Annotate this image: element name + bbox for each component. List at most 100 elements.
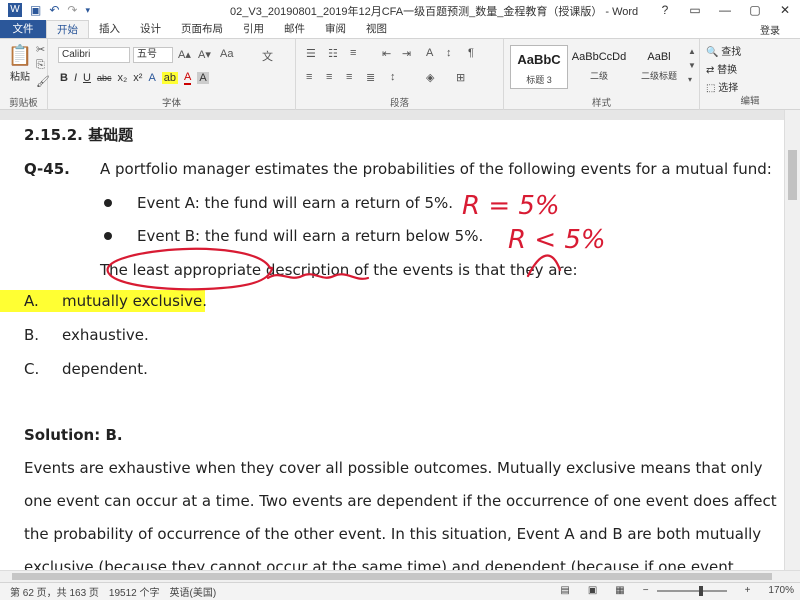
document-area[interactable]: 2.15.2. 基础题 Q-45. A portfolio manager es… <box>0 120 784 570</box>
chinese-layout-icon[interactable]: A <box>426 47 433 59</box>
option-b-label: B. <box>24 326 40 344</box>
styles-scroll-up-icon[interactable]: ▲ <box>688 47 696 56</box>
select-button[interactable]: ⬚ 选择 <box>706 79 738 94</box>
shading-icon[interactable]: ◈ <box>426 71 434 84</box>
window-controls: ? ▭ — ▢ ✕ <box>650 0 800 20</box>
tab-page-layout[interactable]: 页面布局 <box>171 20 233 38</box>
find-button[interactable]: 🔍 查找 <box>706 43 741 58</box>
read-mode-icon[interactable]: ▤ <box>560 585 569 596</box>
styles-group: AaBbC 标题 3 AaBbCcDd 二级 AaBl 二级标题 ▲ ▼ ▾ 样… <box>504 39 700 111</box>
section-heading: 2.15.2. 基础题 <box>24 126 134 144</box>
sort-icon[interactable]: ↕ <box>446 47 452 59</box>
strikethrough-button[interactable]: abc <box>97 73 112 83</box>
horizontal-scroll-thumb[interactable] <box>12 573 772 580</box>
zoom-in-icon[interactable]: + <box>745 585 751 596</box>
clipboard-group-label: 剪贴板 <box>9 98 38 109</box>
bullet-icon <box>104 199 112 207</box>
save-icon[interactable]: ▣ <box>30 3 41 17</box>
undo-icon[interactable]: ↶ <box>49 3 59 17</box>
font-color-icon[interactable]: A <box>184 71 192 85</box>
replace-button[interactable]: ⇄ 替换 <box>706 61 737 76</box>
clipboard-group: 📋 粘贴 ✂ ⎘ 🖌 剪贴板 <box>0 39 50 111</box>
style-heading-3[interactable]: AaBbC 标题 3 <box>510 45 568 89</box>
ruler <box>0 110 800 120</box>
shrink-font-button[interactable]: A▾ <box>198 48 211 61</box>
multilevel-list-icon[interactable]: ≡ <box>350 47 356 59</box>
language-indicator[interactable]: 英语(美国) <box>170 584 217 599</box>
show-marks-icon[interactable]: ¶ <box>468 47 474 59</box>
status-right: ▤ ▣ ▦ − + 170% <box>550 585 794 596</box>
align-right-icon[interactable]: ≡ <box>346 71 352 83</box>
ribbon: 📋 粘贴 ✂ ⎘ 🖌 剪贴板 Calibri 五号 A▴ A▾ Aa 文 B I… <box>0 38 800 111</box>
tab-design[interactable]: 设计 <box>130 20 171 38</box>
window-title: 02_V3_20190801_2019年12月CFA一级百题预测_数量_金程教育… <box>230 6 639 18</box>
subscript-button[interactable]: x₂ <box>117 72 127 84</box>
word-count[interactable]: 19512 个字 <box>109 584 160 599</box>
tab-insert[interactable]: 插入 <box>89 20 130 38</box>
paste-button[interactable]: 📋 粘贴 <box>6 43 34 87</box>
close-button[interactable]: ✕ <box>770 0 800 20</box>
quick-access-toolbar: W ▣ ↶ ↷ ▾ <box>0 3 90 17</box>
decrease-indent-icon[interactable]: ⇤ <box>382 47 391 60</box>
horizontal-scrollbar[interactable] <box>0 570 800 582</box>
text-effects-icon[interactable]: A <box>148 72 155 84</box>
zoom-out-icon[interactable]: − <box>643 585 649 596</box>
styles-more-icon[interactable]: ▾ <box>688 75 692 84</box>
vertical-scroll-thumb[interactable] <box>788 150 797 200</box>
tab-review[interactable]: 审阅 <box>315 20 356 38</box>
change-case-button[interactable]: Aa <box>220 48 233 60</box>
option-b-text: exhaustive. <box>62 326 149 344</box>
ribbon-display-button[interactable]: ▭ <box>680 0 710 20</box>
zoom-slider-knob[interactable] <box>698 585 703 596</box>
cut-icon[interactable]: ✂ <box>36 43 45 56</box>
font-group: Calibri 五号 A▴ A▾ Aa 文 B I U abc x₂ x² A … <box>48 39 296 111</box>
customize-toolbar-icon[interactable]: ▾ <box>85 5 90 16</box>
minimize-button[interactable]: — <box>710 0 740 20</box>
highlight-icon[interactable]: ab <box>161 72 179 84</box>
login-link[interactable]: 登录 <box>760 22 780 37</box>
question-text: A portfolio manager estimates the probab… <box>100 160 772 178</box>
question-stem: The least appropriate description of the… <box>100 261 578 279</box>
redo-icon[interactable]: ↷ <box>67 3 77 17</box>
underline-button[interactable]: U <box>83 72 91 84</box>
web-layout-icon[interactable]: ▦ <box>615 585 624 596</box>
line-spacing-icon[interactable]: ↕ <box>390 71 396 83</box>
style-level-2-heading[interactable]: AaBl 二级标题 <box>630 45 688 89</box>
grow-font-button[interactable]: A▴ <box>178 48 191 61</box>
font-size-select[interactable]: 五号 <box>133 47 173 63</box>
option-a-text: mutually exclusive. <box>62 292 208 310</box>
increase-indent-icon[interactable]: ⇥ <box>402 47 411 60</box>
phonetic-guide-button[interactable]: 文 <box>262 48 273 64</box>
status-bar: 第 62 页，共 163 页 19512 个字 英语(美国) ▤ ▣ ▦ − +… <box>0 582 800 600</box>
copy-icon[interactable]: ⎘ <box>36 59 45 72</box>
bold-button[interactable]: B <box>60 72 68 84</box>
clipboard-icon: 📋 <box>7 45 33 67</box>
restore-button[interactable]: ▢ <box>740 0 770 20</box>
zoom-level[interactable]: 170% <box>768 585 794 596</box>
solution-line: exclusive (because they cannot occur at … <box>24 558 734 570</box>
align-left-icon[interactable]: ≡ <box>306 71 312 83</box>
styles-scroll-down-icon[interactable]: ▼ <box>688 61 696 70</box>
style-level-2[interactable]: AaBbCcDd 二级 <box>570 45 628 89</box>
italic-button[interactable]: I <box>74 72 77 84</box>
font-name-select[interactable]: Calibri <box>58 47 130 63</box>
tab-view[interactable]: 视图 <box>356 20 397 38</box>
print-layout-icon[interactable]: ▣ <box>588 585 597 596</box>
option-c-text: dependent. <box>62 360 148 378</box>
note-b-text: R < 5% <box>508 225 606 255</box>
page-count[interactable]: 第 62 页，共 163 页 <box>10 584 99 599</box>
help-button[interactable]: ? <box>650 0 680 20</box>
tab-file[interactable]: 文件 <box>0 20 46 38</box>
superscript-button[interactable]: x² <box>133 72 142 84</box>
tab-home[interactable]: 开始 <box>46 20 89 38</box>
align-center-icon[interactable]: ≡ <box>326 71 332 83</box>
numbering-icon[interactable]: ☷ <box>328 47 338 60</box>
vertical-scrollbar[interactable] <box>784 110 800 570</box>
tab-references[interactable]: 引用 <box>233 20 274 38</box>
justify-icon[interactable]: ≣ <box>366 71 375 84</box>
tab-mailings[interactable]: 邮件 <box>274 20 315 38</box>
zoom-slider[interactable] <box>656 585 727 596</box>
char-shading-icon[interactable]: A <box>197 72 209 84</box>
bullets-icon[interactable]: ☰ <box>306 47 316 60</box>
borders-icon[interactable]: ⊞ <box>456 71 465 84</box>
